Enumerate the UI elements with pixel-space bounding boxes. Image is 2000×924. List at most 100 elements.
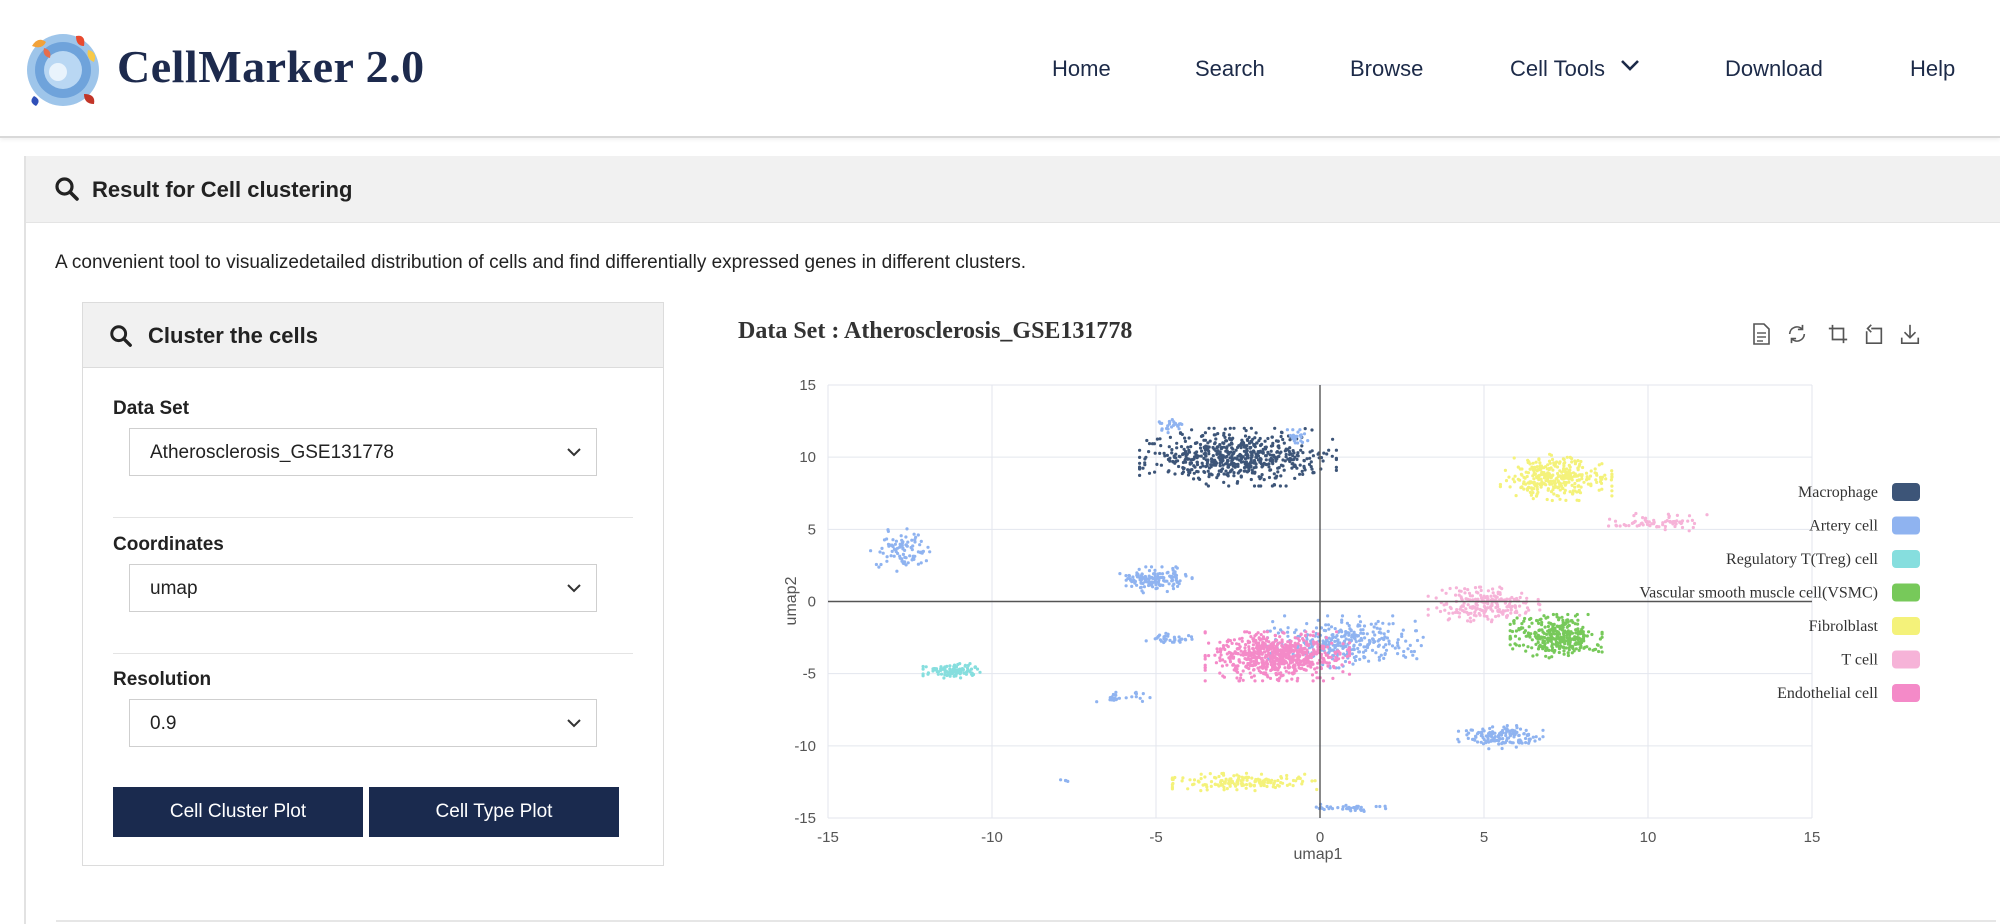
cell-cluster-plot-button[interactable]: Cell Cluster Plot — [113, 787, 363, 837]
data-point — [1231, 436, 1235, 440]
nav-cell-tools[interactable]: Cell Tools — [1510, 56, 1605, 82]
data-point — [1215, 647, 1219, 651]
data-point — [1244, 453, 1248, 457]
data-point — [1367, 638, 1371, 643]
data-point — [1501, 728, 1505, 733]
cell-type-plot-button[interactable]: Cell Type Plot — [369, 787, 619, 837]
nav-home[interactable]: Home — [1052, 56, 1111, 82]
data-point — [1273, 426, 1277, 430]
zoom-reset-icon[interactable] — [1863, 322, 1885, 346]
data-point — [1208, 772, 1212, 776]
data-point — [1537, 478, 1541, 482]
data-point — [1257, 439, 1261, 443]
data-point — [1228, 456, 1232, 460]
legend-swatch[interactable] — [1892, 550, 1920, 568]
coordinates-select[interactable]: umap — [129, 564, 597, 612]
data-point — [1181, 467, 1186, 471]
data-point — [1542, 482, 1546, 486]
legend-label[interactable]: Regulatory T(Treg) cell — [1726, 551, 1879, 568]
data-point — [1268, 629, 1272, 633]
data-point — [1482, 729, 1486, 733]
data-point — [1195, 454, 1199, 458]
data-point — [1249, 461, 1253, 465]
zoom-area-icon[interactable] — [1827, 322, 1849, 346]
data-point — [1135, 583, 1139, 587]
data-point — [1314, 805, 1318, 809]
data-point — [1530, 465, 1534, 469]
data-point — [1203, 653, 1207, 658]
data-point — [1242, 469, 1246, 473]
resolution-select[interactable]: 0.9 — [129, 699, 597, 747]
data-point — [916, 533, 920, 537]
data-point — [1290, 660, 1294, 664]
data-point — [1225, 639, 1229, 643]
nav-search[interactable]: Search — [1195, 56, 1265, 82]
legend-label[interactable]: Artery cell — [1809, 518, 1878, 535]
data-point — [1668, 520, 1673, 524]
legend-swatch[interactable] — [1892, 483, 1920, 501]
cluster-form: Cluster the cells Data Set Atheroscleros… — [82, 302, 664, 866]
data-point — [1130, 584, 1134, 588]
data-point — [1316, 452, 1320, 456]
legend-label[interactable]: T cell — [1841, 652, 1878, 669]
data-point — [1531, 497, 1535, 501]
restore-icon[interactable] — [1786, 322, 1808, 346]
data-point — [1547, 656, 1551, 660]
data-point — [1538, 467, 1542, 471]
data-point — [1491, 591, 1495, 595]
data-point — [1248, 445, 1252, 450]
data-point — [1247, 645, 1251, 649]
legend-swatch[interactable] — [1892, 684, 1920, 702]
data-point — [1444, 591, 1448, 595]
data-point — [1562, 462, 1566, 466]
data-point — [958, 672, 962, 676]
legend-swatch[interactable] — [1892, 516, 1920, 535]
data-point — [1522, 482, 1526, 486]
legend-swatch[interactable] — [1892, 650, 1920, 669]
data-point — [1535, 618, 1539, 623]
legend-swatch[interactable] — [1892, 617, 1920, 635]
data-point — [890, 549, 894, 553]
data-point — [1513, 605, 1518, 610]
data-point — [1220, 783, 1224, 787]
data-point — [1542, 645, 1546, 649]
data-point — [1258, 477, 1262, 481]
data-point — [1295, 466, 1299, 470]
data-point — [1376, 639, 1380, 643]
data-point — [1175, 566, 1179, 570]
data-view-icon[interactable] — [1750, 322, 1772, 346]
nav-help[interactable]: Help — [1910, 56, 1955, 82]
data-point — [1374, 622, 1378, 626]
data-point — [1573, 642, 1577, 646]
dataset-select[interactable]: Atherosclerosis_GSE131778 — [129, 428, 597, 476]
data-point — [1188, 778, 1192, 782]
data-point — [1239, 649, 1243, 653]
nav-browse[interactable]: Browse — [1350, 56, 1423, 82]
download-icon[interactable] — [1899, 322, 1921, 346]
nav-download[interactable]: Download — [1725, 56, 1823, 82]
chevron-down-icon[interactable] — [1620, 58, 1640, 72]
data-point — [1196, 476, 1201, 480]
data-point — [1166, 431, 1170, 435]
brand-title[interactable]: CellMarker 2.0 — [117, 40, 425, 93]
data-point — [919, 539, 923, 543]
data-point — [1167, 445, 1171, 449]
cellmarker-logo-icon[interactable] — [22, 28, 104, 110]
data-point — [1214, 449, 1218, 453]
legend-label[interactable]: Endothelial cell — [1777, 685, 1878, 702]
data-point — [885, 537, 889, 541]
data-point — [1434, 596, 1438, 600]
legend-label[interactable]: Vascular smooth muscle cell(VSMC) — [1639, 585, 1878, 602]
data-point — [1175, 441, 1179, 445]
data-point — [1244, 783, 1249, 787]
legend-label[interactable]: Macrophage — [1798, 484, 1878, 501]
data-point — [1168, 456, 1172, 460]
legend-swatch[interactable] — [1892, 583, 1920, 602]
data-point — [1553, 464, 1557, 468]
data-point — [1269, 779, 1273, 783]
legend-label[interactable]: Fibrolblast — [1809, 618, 1879, 635]
data-point — [1510, 595, 1514, 600]
data-point — [1232, 474, 1236, 478]
data-point — [1214, 461, 1219, 465]
data-point — [1354, 805, 1358, 809]
